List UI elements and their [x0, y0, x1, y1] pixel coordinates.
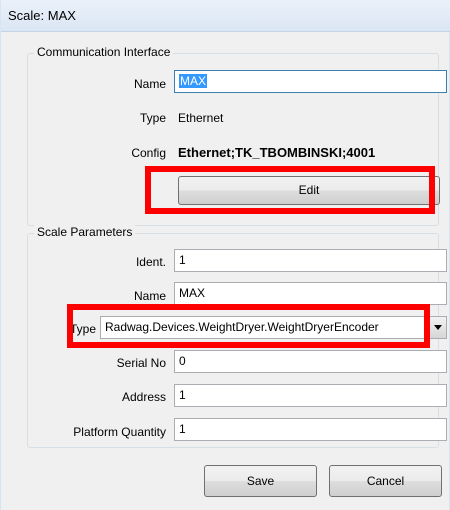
address-input[interactable]: 1: [174, 384, 447, 407]
ident-label: Ident.: [135, 255, 166, 269]
ident-input[interactable]: 1: [174, 249, 447, 272]
comm-name-value: MAX: [179, 74, 208, 88]
save-button[interactable]: Save: [204, 465, 317, 497]
communication-interface-label: Communication Interface: [34, 45, 174, 59]
comm-type-value: Ethernet: [178, 111, 224, 125]
serial-label: Serial No: [116, 356, 166, 370]
serial-input[interactable]: 0: [174, 350, 447, 373]
scale-name-input[interactable]: MAX: [174, 282, 447, 305]
title-bar[interactable]: Scale: MAX: [1, 0, 450, 32]
address-label: Address: [121, 390, 166, 404]
platform-label: Platform Quantity: [73, 425, 166, 439]
scale-name-label: Name: [133, 289, 166, 303]
comm-config-label: Config: [131, 146, 166, 160]
window-title: Scale: MAX: [8, 8, 76, 23]
cancel-button[interactable]: Cancel: [329, 465, 442, 497]
comm-type-label: Type: [139, 111, 166, 125]
comm-name-input[interactable]: MAX: [174, 70, 447, 93]
type-combo-highlight: [67, 304, 430, 348]
comm-config-value: Ethernet;TK_TBOMBINSKI;4001: [178, 145, 376, 160]
edit-button-highlight: [145, 166, 435, 214]
scale-parameters-label: Scale Parameters: [34, 225, 136, 239]
comm-name-label: Name: [133, 77, 166, 91]
platform-input[interactable]: 1: [174, 418, 447, 441]
scale-dialog: Scale: MAX Communication Interface Name …: [0, 0, 450, 510]
chevron-down-icon[interactable]: [429, 317, 446, 338]
